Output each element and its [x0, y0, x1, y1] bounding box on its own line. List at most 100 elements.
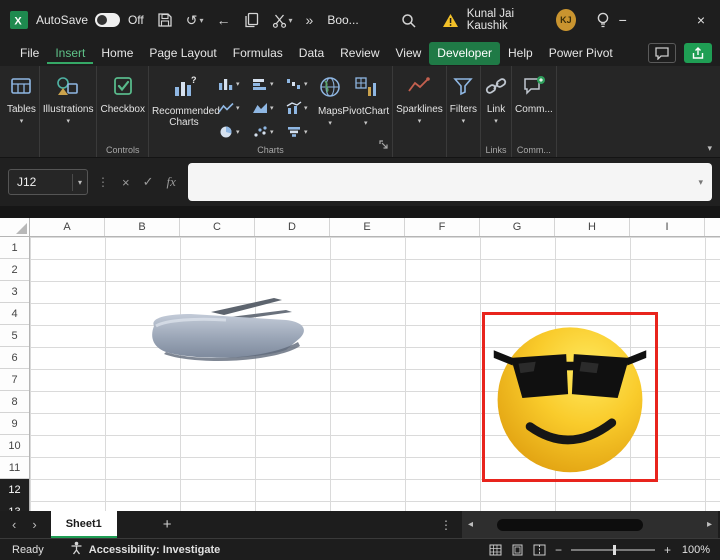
copy-button[interactable]: [244, 12, 259, 28]
select-all-corner[interactable]: [0, 218, 30, 237]
scatter-chart-button[interactable]: ▾: [250, 121, 284, 143]
row-header-7[interactable]: 7: [0, 369, 29, 391]
row-header-1[interactable]: 1: [0, 237, 29, 259]
row-header-2[interactable]: 2: [0, 259, 29, 281]
user-name[interactable]: Kunal Jai Kaushik: [467, 8, 548, 32]
recommended-charts-button[interactable]: ? Recommended Charts: [152, 66, 216, 140]
column-header-e[interactable]: E: [330, 218, 405, 236]
cut-button[interactable]: ▾: [272, 13, 293, 28]
formula-input[interactable]: ▾: [188, 163, 712, 201]
row-header-4[interactable]: 4: [0, 303, 29, 325]
row-header-6[interactable]: 6: [0, 347, 29, 369]
tab-help[interactable]: Help: [500, 42, 541, 65]
horizontal-scrollbar[interactable]: ◂ ▸: [462, 511, 718, 538]
maps-button[interactable]: Maps ▾: [318, 66, 342, 140]
row-header-12[interactable]: 12: [0, 479, 29, 501]
sheet-tab-sheet1[interactable]: Sheet1: [51, 511, 117, 538]
column-header-i[interactable]: I: [630, 218, 705, 236]
column-chart-button[interactable]: ▾: [216, 73, 250, 95]
row-header-5[interactable]: 5: [0, 325, 29, 347]
tab-file[interactable]: File: [12, 42, 47, 65]
autosave-toggle[interactable]: [95, 13, 120, 27]
zoom-level[interactable]: 100%: [680, 544, 710, 556]
combo-chart-button[interactable]: ▾: [284, 97, 318, 119]
column-header-f[interactable]: F: [405, 218, 480, 236]
page-layout-view-button[interactable]: [511, 544, 524, 556]
row-header-13[interactable]: 13: [0, 501, 29, 511]
pivotchart-button[interactable]: PivotChart ▾: [342, 66, 389, 140]
close-button[interactable]: ×: [688, 12, 714, 28]
zoom-slider-thumb[interactable]: [613, 545, 616, 555]
back-button[interactable]: ←: [217, 12, 231, 28]
lightbulb-icon[interactable]: [596, 12, 610, 28]
column-header-c[interactable]: C: [180, 218, 255, 236]
waterfall-chart-button[interactable]: ▾: [284, 73, 318, 95]
column-header-d[interactable]: D: [255, 218, 330, 236]
scrollbar-thumb[interactable]: [497, 519, 643, 531]
tab-insert[interactable]: Insert: [47, 42, 93, 65]
emoji-picture-selection[interactable]: [482, 312, 658, 482]
filters-button[interactable]: Filters ▾: [450, 66, 477, 140]
bar-chart-button[interactable]: ▾: [250, 73, 284, 95]
excel-logo-icon[interactable]: X: [10, 11, 28, 29]
next-sheet-button[interactable]: ›: [32, 517, 36, 532]
line-chart-button[interactable]: ▾: [216, 97, 250, 119]
tab-home[interactable]: Home: [93, 42, 141, 65]
sparklines-button[interactable]: Sparklines ▾: [396, 66, 443, 140]
insert-function-button[interactable]: fx: [167, 174, 176, 190]
tables-button[interactable]: Tables ▾: [7, 66, 36, 140]
checkbox-button[interactable]: Checkbox: [100, 66, 144, 140]
collapse-ribbon-icon[interactable]: ▾: [707, 143, 712, 154]
avatar[interactable]: KJ: [556, 9, 576, 31]
comments-toggle-button[interactable]: [648, 43, 676, 63]
minimize-button[interactable]: −: [610, 12, 636, 28]
sheet-options-icon[interactable]: ⋮: [440, 518, 452, 532]
accessibility-status[interactable]: Accessibility: Investigate: [70, 541, 220, 558]
illustrations-button[interactable]: Illustrations ▾: [43, 66, 94, 140]
normal-view-button[interactable]: [489, 544, 502, 556]
column-header-g[interactable]: G: [480, 218, 555, 236]
scroll-left-icon[interactable]: ◂: [462, 519, 479, 530]
tab-view[interactable]: View: [388, 42, 430, 65]
caret-down-icon[interactable]: ▾: [72, 174, 87, 191]
column-header-h[interactable]: H: [555, 218, 630, 236]
funnel-chart-button[interactable]: ▾: [284, 121, 318, 143]
scroll-right-icon[interactable]: ▸: [701, 519, 718, 530]
pie-chart-button[interactable]: ▾: [216, 121, 250, 143]
link-button[interactable]: Link ▾: [484, 66, 508, 140]
area-chart-button[interactable]: ▾: [250, 97, 284, 119]
row-header-10[interactable]: 10: [0, 435, 29, 457]
column-header-b[interactable]: B: [105, 218, 180, 236]
cancel-button[interactable]: ×: [122, 175, 130, 190]
new-comment-button[interactable]: Comm...: [515, 66, 553, 140]
zoom-slider[interactable]: [571, 549, 655, 551]
row-header-9[interactable]: 9: [0, 413, 29, 435]
name-box[interactable]: J12 ▾: [8, 169, 88, 195]
column-header-a[interactable]: A: [30, 218, 105, 236]
search-button[interactable]: [401, 13, 416, 28]
undo-button[interactable]: ↺ ▾: [186, 12, 204, 29]
save-button[interactable]: [157, 12, 173, 28]
warning-icon[interactable]: [442, 13, 459, 28]
enter-button[interactable]: ✓: [143, 174, 154, 190]
tab-formulas[interactable]: Formulas: [225, 42, 291, 65]
prev-sheet-button[interactable]: ‹: [12, 517, 16, 532]
tab-developer[interactable]: Developer: [429, 42, 500, 65]
charts-dialog-launcher[interactable]: [378, 138, 390, 156]
more-quick-access-button[interactable]: »: [306, 12, 314, 28]
row-header-11[interactable]: 11: [0, 457, 29, 479]
tab-power-pivot[interactable]: Power Pivot: [541, 42, 621, 65]
formula-bar-handle-icon[interactable]: ⋮: [97, 175, 109, 189]
row-header-8[interactable]: 8: [0, 391, 29, 413]
zoom-in-button[interactable]: +: [664, 543, 671, 557]
row-header-3[interactable]: 3: [0, 281, 29, 303]
scrollbar-track[interactable]: [479, 519, 701, 531]
page-break-view-button[interactable]: [533, 544, 546, 556]
share-button[interactable]: [684, 43, 712, 63]
zoom-out-button[interactable]: −: [555, 543, 562, 557]
tab-data[interactable]: Data: [291, 42, 332, 65]
3d-model-object[interactable]: [136, 290, 321, 375]
formula-bar-expand-icon[interactable]: ▾: [689, 177, 712, 188]
tab-page-layout[interactable]: Page Layout: [141, 42, 224, 65]
tab-review[interactable]: Review: [332, 42, 387, 65]
